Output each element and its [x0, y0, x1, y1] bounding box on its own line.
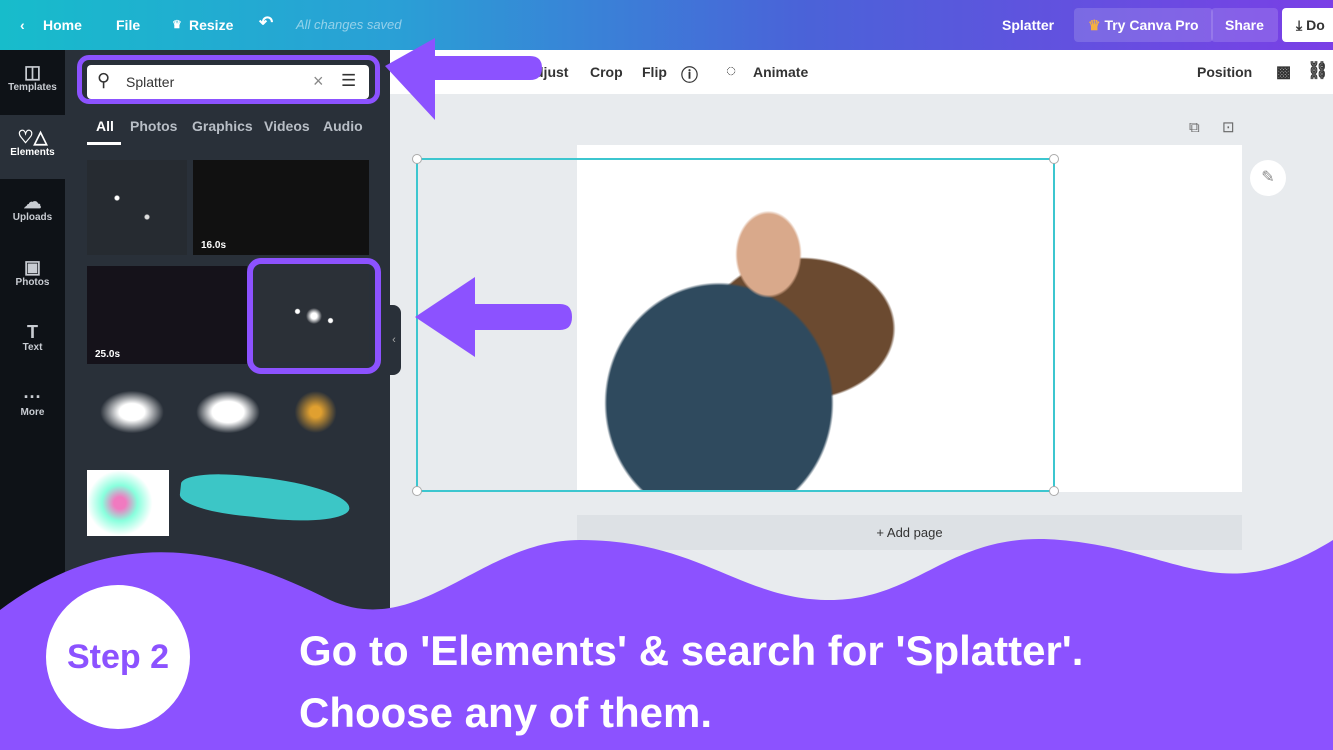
instruction-caption: Go to 'Elements' & search for 'Splatter'…	[299, 620, 1083, 744]
back-chevron-icon[interactable]: ‹	[20, 17, 25, 33]
teal-paint-thumb[interactable]	[176, 470, 364, 530]
rail-elements[interactable]: ♡△ Elements	[0, 115, 65, 179]
splatter-video-thumb[interactable]: 16.0s	[193, 160, 369, 255]
rail-label: Elements	[10, 147, 55, 158]
upload-cloud-icon: ☁	[23, 192, 42, 212]
rail-label: Photos	[15, 277, 50, 288]
elements-icon: ♡△	[17, 127, 48, 147]
download-icon: ⤓	[1296, 17, 1303, 33]
link-icon[interactable]: ⛓	[1307, 61, 1329, 81]
home-button[interactable]: Home	[43, 17, 82, 33]
transparency-icon[interactable]: ▩	[1276, 62, 1291, 82]
flip-button[interactable]: Flip	[642, 64, 667, 80]
crown-icon: ♛	[1088, 17, 1101, 33]
more-icon: ···	[23, 387, 42, 407]
rail-label: Uploads	[12, 212, 53, 223]
rail-uploads[interactable]: ☁ Uploads	[0, 180, 65, 244]
try-canva-pro-button[interactable]: ♛ Try Canva Pro	[1074, 8, 1213, 42]
undo-icon[interactable]: ↶	[259, 13, 273, 33]
search-highlight	[77, 55, 380, 104]
caption-line: Choose any of them.	[299, 689, 713, 736]
rail-text[interactable]: T Text	[0, 310, 65, 374]
position-button[interactable]: Position	[1197, 64, 1252, 80]
splatter-thumb[interactable]	[183, 382, 273, 442]
text-icon: T	[27, 322, 38, 342]
tab-graphics[interactable]: Graphics	[192, 118, 253, 134]
splatter-thumb-pro[interactable]	[280, 382, 369, 457]
arrow-icon	[385, 38, 542, 120]
top-bar: ‹ Home File ♛ Resize ↶ All changes saved…	[0, 0, 1333, 50]
templates-icon: ◫	[23, 62, 41, 82]
arrow-icon	[415, 277, 572, 357]
rail-templates[interactable]: ◫ Templates	[0, 50, 65, 114]
document-title[interactable]: Splatter	[1002, 17, 1054, 33]
watercolor-thumb-pro[interactable]	[87, 470, 169, 536]
rail-label: Templates	[8, 82, 57, 93]
file-menu[interactable]: File	[116, 17, 140, 33]
splatter-thumb[interactable]	[87, 382, 177, 442]
thumb-highlight	[247, 258, 381, 374]
collapse-panel-handle[interactable]: ‹	[387, 305, 401, 375]
tab-videos[interactable]: Videos	[264, 118, 310, 134]
caption-line: Go to 'Elements' & search for 'Splatter'…	[299, 627, 1084, 674]
tab-underline	[87, 142, 121, 145]
arrow-to-thumb	[415, 277, 572, 357]
rail-label: More	[20, 407, 45, 418]
splatter-thumb[interactable]	[87, 160, 187, 255]
share-button[interactable]: Share	[1211, 8, 1278, 42]
resize-handle[interactable]	[412, 486, 422, 496]
rail-label: Text	[22, 342, 43, 353]
crop-button[interactable]: Crop	[590, 64, 623, 80]
resize-button[interactable]: Resize	[189, 17, 233, 33]
resize-handle[interactable]	[1049, 154, 1059, 164]
resize-handle[interactable]	[412, 154, 422, 164]
splatter-video-thumb[interactable]: 25.0s	[87, 266, 247, 364]
download-label: Do	[1306, 17, 1325, 33]
info-icon[interactable]: ⓘ	[681, 61, 698, 86]
arrow-to-search	[385, 38, 542, 120]
tab-audio[interactable]: Audio	[323, 118, 363, 134]
resize-handle[interactable]	[1049, 486, 1059, 496]
save-status: All changes saved	[296, 17, 402, 32]
duplicate-page-icon[interactable]: ⧉	[1189, 119, 1200, 136]
step-badge: Step 2	[46, 585, 190, 729]
rail-photos[interactable]: ▣ Photos	[0, 245, 65, 309]
duration-label: 25.0s	[95, 349, 121, 360]
tab-all[interactable]: All	[96, 118, 114, 134]
try-pro-label: Try Canva Pro	[1104, 17, 1199, 33]
add-page-icon[interactable]: ⊡	[1222, 118, 1235, 136]
tab-photos[interactable]: Photos	[130, 118, 177, 134]
crown-icon: ♛	[172, 19, 182, 31]
animate-button[interactable]: Animate	[753, 64, 808, 80]
duration-label: 16.0s	[201, 240, 227, 251]
animate-icon: ◌	[726, 61, 737, 80]
download-button[interactable]: ⤓ Do	[1282, 8, 1333, 42]
rail-more[interactable]: ··· More	[0, 375, 65, 439]
photo-icon: ▣	[23, 257, 41, 277]
comment-icon[interactable]: ✎	[1250, 160, 1286, 196]
